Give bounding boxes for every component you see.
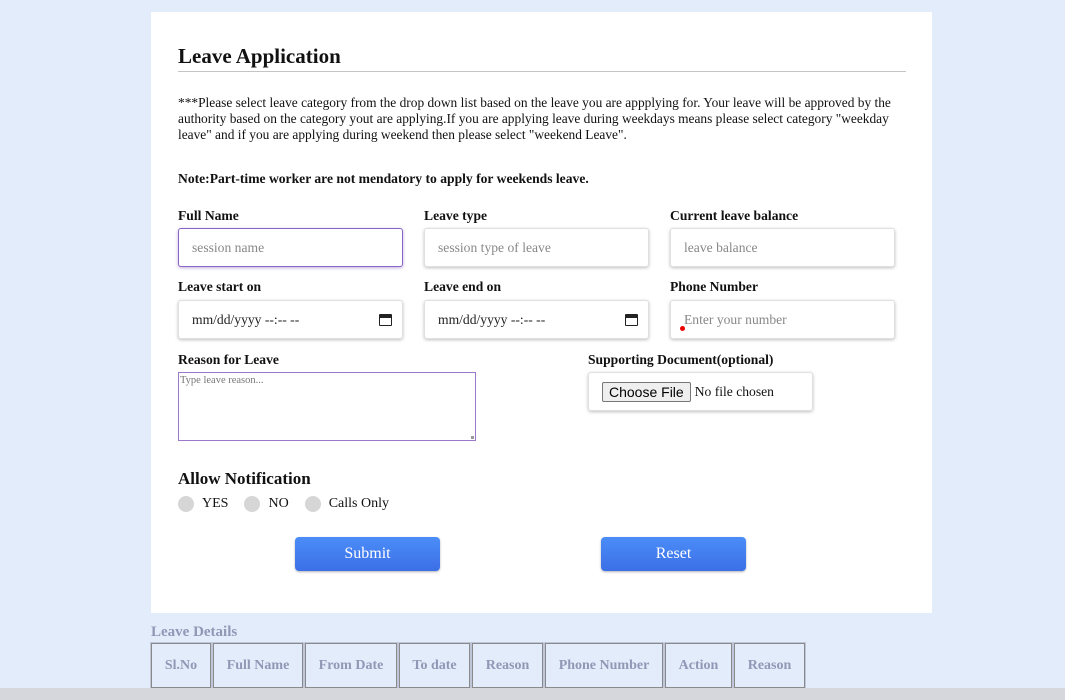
radio-calls-only-label: Calls Only	[328, 496, 389, 511]
reason-textarea[interactable]: Type leave reason...	[178, 372, 476, 441]
phone-input[interactable]: Enter your number	[670, 300, 895, 339]
leave-end-label: Leave end on	[424, 279, 502, 294]
leave-details-title: Leave Details	[151, 624, 238, 640]
radio-calls-only[interactable]: Calls Only	[304, 496, 389, 512]
title-divider	[178, 71, 906, 72]
column-header: Full Name	[212, 642, 304, 689]
notification-title: Allow Notification	[178, 469, 311, 488]
leave-type-placeholder: session type of leave	[438, 239, 551, 255]
leave-balance-input[interactable]: leave balance	[670, 228, 895, 267]
leave-balance-label: Current leave balance	[670, 208, 799, 223]
radio-no-label: NO	[268, 496, 289, 511]
radio-circle-icon[interactable]	[304, 496, 321, 512]
leave-end-value: mm/dd/yyyy --:-- --	[438, 311, 546, 327]
intro-text: ***Please select leave category from the…	[178, 95, 891, 142]
leave-form-card: Leave Application ***Please select leave…	[151, 12, 932, 613]
radio-circle-icon[interactable]	[244, 496, 261, 512]
full-name-label: Full Name	[178, 208, 239, 223]
full-name-placeholder: session name	[192, 239, 265, 255]
calendar-icon[interactable]	[379, 313, 392, 326]
column-header: To date	[398, 642, 471, 689]
resize-handle-icon[interactable]	[471, 436, 474, 439]
column-header: From Date	[304, 642, 398, 689]
radio-no[interactable]: NO	[244, 496, 289, 512]
leave-balance-placeholder: leave balance	[684, 239, 758, 255]
form-title: Leave Application	[178, 44, 341, 68]
calendar-icon[interactable]	[625, 313, 638, 326]
leave-type-label: Leave type	[424, 208, 488, 223]
leave-end-input[interactable]: mm/dd/yyyy --:-- --	[424, 300, 649, 339]
column-header: Phone Number	[544, 642, 664, 689]
note-text: Note:Part-time worker are not mendatory …	[178, 171, 589, 186]
leave-start-value: mm/dd/yyyy --:-- --	[192, 311, 300, 327]
leave-type-input[interactable]: session type of leave	[424, 228, 649, 267]
horizontal-scrollbar[interactable]	[0, 688, 1065, 700]
submit-button[interactable]: Submit	[295, 537, 440, 571]
required-indicator-icon	[680, 326, 685, 331]
column-header: Action	[664, 642, 733, 689]
document-label: Supporting Document(optional)	[588, 352, 774, 367]
leave-details-table: Sl.No Full Name From Date To date Reason…	[150, 642, 807, 689]
column-header: Sl.No	[150, 642, 212, 689]
column-header: Reason	[471, 642, 544, 689]
radio-yes-label: YES	[202, 496, 229, 511]
reason-placeholder: Type leave reason...	[180, 375, 264, 386]
radio-yes[interactable]: YES	[178, 496, 228, 512]
full-name-input[interactable]: session name	[178, 228, 403, 267]
notification-options: YES NO Calls Only	[178, 496, 405, 512]
phone-placeholder: Enter your number	[684, 311, 787, 327]
document-file-input[interactable]: Choose File No file chosen	[588, 372, 813, 411]
phone-label: Phone Number	[670, 279, 758, 294]
radio-circle-icon[interactable]	[178, 496, 194, 512]
reason-label: Reason for Leave	[178, 352, 279, 367]
column-header: Reason	[733, 642, 806, 689]
leave-start-input[interactable]: mm/dd/yyyy --:-- --	[178, 300, 403, 339]
leave-start-label: Leave start on	[178, 279, 262, 294]
choose-file-button[interactable]: Choose File	[602, 381, 691, 402]
reset-button[interactable]: Reset	[601, 537, 746, 571]
file-status: No file chosen	[694, 383, 774, 399]
